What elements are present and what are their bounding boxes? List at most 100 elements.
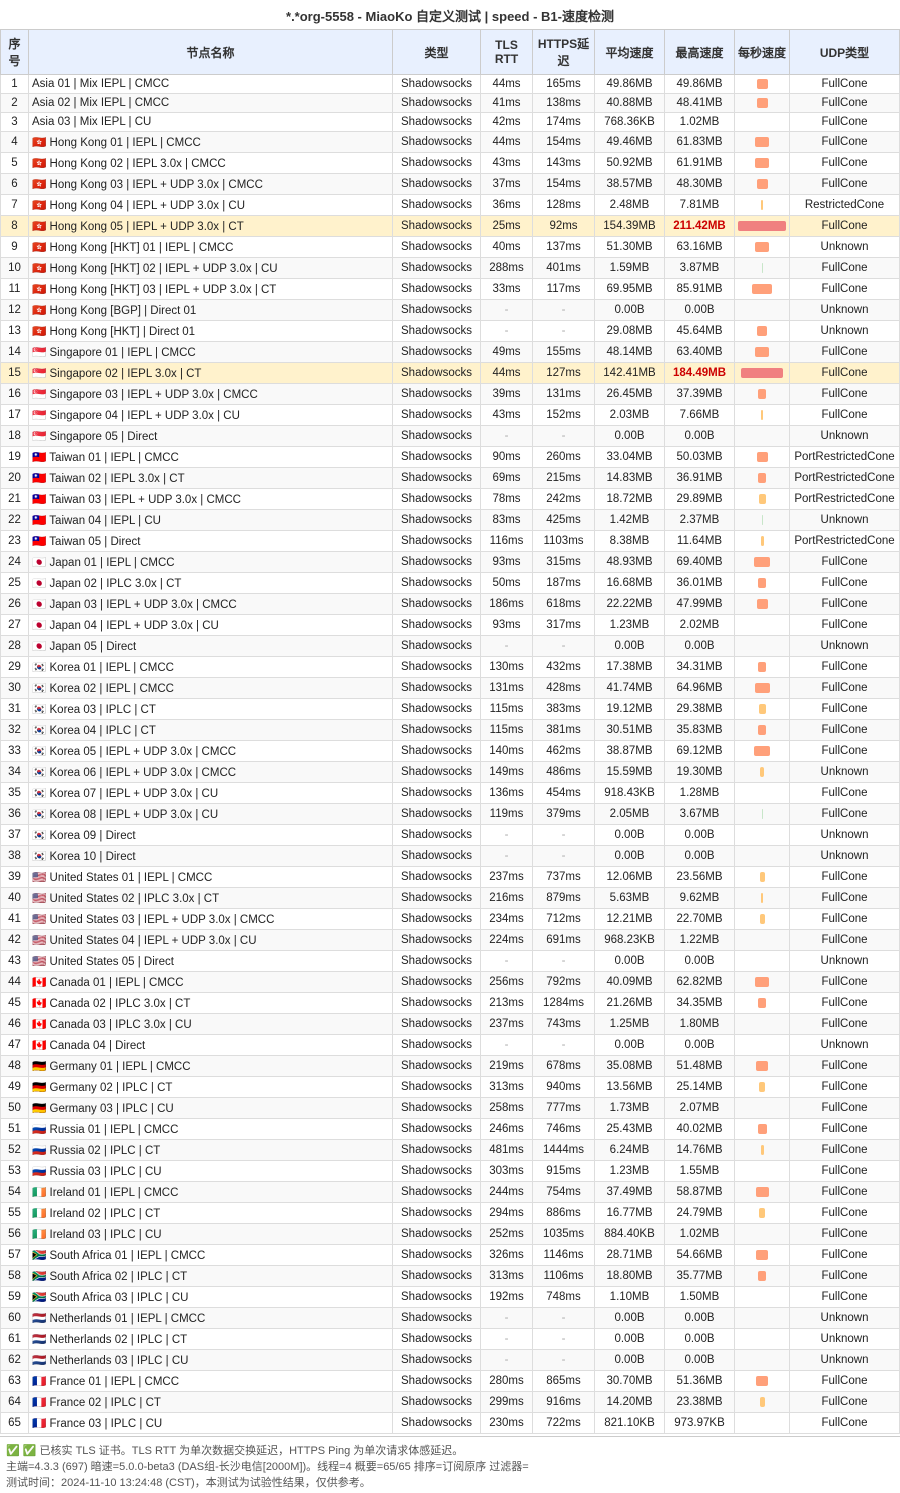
table-row: 40 🇺🇸 United States 02 | IPLC 3.0x | CT … [1, 888, 900, 909]
cell-type: Shadowsocks [393, 1056, 481, 1077]
cell-https: 865ms [533, 1371, 595, 1392]
cell-udp: FullCone [790, 363, 900, 384]
cell-udp: PortRestrictedCone [790, 489, 900, 510]
cell-max: 40.02MB [665, 1119, 735, 1140]
cell-avg: 1.73MB [595, 1098, 665, 1119]
cell-tls: - [481, 825, 533, 846]
cell-num: 62 [1, 1350, 29, 1371]
cell-max: 36.01MB [665, 573, 735, 594]
cell-avg: 142.41MB [595, 363, 665, 384]
cell-name: 🇸🇬 Singapore 01 | IEPL | CMCC [29, 342, 393, 363]
cell-persec [735, 531, 790, 552]
cell-avg: 2.48MB [595, 195, 665, 216]
cell-persec [735, 636, 790, 657]
cell-type: Shadowsocks [393, 741, 481, 762]
cell-persec [735, 825, 790, 846]
cell-num: 6 [1, 174, 29, 195]
cell-https: 143ms [533, 153, 595, 174]
cell-persec [735, 113, 790, 132]
cell-udp: Unknown [790, 825, 900, 846]
cell-type: Shadowsocks [393, 1014, 481, 1035]
cell-type: Shadowsocks [393, 75, 481, 94]
cell-tls: 224ms [481, 930, 533, 951]
cell-num: 56 [1, 1224, 29, 1245]
cell-tls: 115ms [481, 699, 533, 720]
cell-max: 25.14MB [665, 1077, 735, 1098]
cell-https: 260ms [533, 447, 595, 468]
page-title: *.*org-5558 - MiaoKo 自定义测试 | speed - B1-… [0, 0, 900, 29]
cell-max: 19.30MB [665, 762, 735, 783]
cell-tls: 258ms [481, 1098, 533, 1119]
table-row: 32 🇰🇷 Korea 04 | IPLC | CT Shadowsocks 1… [1, 720, 900, 741]
table-row: 47 🇨🇦 Canada 04 | Direct Shadowsocks - -… [1, 1035, 900, 1056]
cell-avg: 30.51MB [595, 720, 665, 741]
cell-udp: FullCone [790, 258, 900, 279]
cell-name: 🇰🇷 Korea 10 | Direct [29, 846, 393, 867]
cell-udp: FullCone [790, 1140, 900, 1161]
cell-avg: 49.46MB [595, 132, 665, 153]
cell-num: 9 [1, 237, 29, 258]
cell-avg: 0.00B [595, 300, 665, 321]
cell-udp: FullCone [790, 1203, 900, 1224]
cell-udp: FullCone [790, 113, 900, 132]
cell-https: 127ms [533, 363, 595, 384]
cell-name: 🇸🇬 Singapore 03 | IEPL + UDP 3.0x | CMCC [29, 384, 393, 405]
cell-avg: 13.56MB [595, 1077, 665, 1098]
cell-num: 11 [1, 279, 29, 300]
table-row: 35 🇰🇷 Korea 07 | IEPL + UDP 3.0x | CU Sh… [1, 783, 900, 804]
col-header-persec: 每秒速度 [735, 30, 790, 75]
table-row: 29 🇰🇷 Korea 01 | IEPL | CMCC Shadowsocks… [1, 657, 900, 678]
cell-avg: 38.87MB [595, 741, 665, 762]
cell-max: 2.07MB [665, 1098, 735, 1119]
table-row: 21 🇹🇼 Taiwan 03 | IEPL + UDP 3.0x | CMCC… [1, 489, 900, 510]
cell-max: 29.89MB [665, 489, 735, 510]
cell-persec [735, 342, 790, 363]
cell-avg: 16.68MB [595, 573, 665, 594]
cell-udp: Unknown [790, 237, 900, 258]
cell-udp: FullCone [790, 615, 900, 636]
table-row: 25 🇯🇵 Japan 02 | IPLC 3.0x | CT Shadowso… [1, 573, 900, 594]
cell-tls: - [481, 1308, 533, 1329]
cell-tls: 303ms [481, 1161, 533, 1182]
cell-max: 0.00B [665, 846, 735, 867]
cell-num: 55 [1, 1203, 29, 1224]
cell-udp: FullCone [790, 1098, 900, 1119]
cell-https: 712ms [533, 909, 595, 930]
cell-max: 69.40MB [665, 552, 735, 573]
cell-persec [735, 321, 790, 342]
cell-tls: - [481, 636, 533, 657]
cell-https: 92ms [533, 216, 595, 237]
cell-type: Shadowsocks [393, 1224, 481, 1245]
table-row: 15 🇸🇬 Singapore 02 | IEPL 3.0x | CT Shad… [1, 363, 900, 384]
cell-udp: FullCone [790, 594, 900, 615]
cell-avg: 0.00B [595, 846, 665, 867]
cell-avg: 35.08MB [595, 1056, 665, 1077]
cell-udp: FullCone [790, 1245, 900, 1266]
table-row: 42 🇺🇸 United States 04 | IEPL + UDP 3.0x… [1, 930, 900, 951]
cell-avg: 40.88MB [595, 94, 665, 113]
cell-tls: 326ms [481, 1245, 533, 1266]
cell-type: Shadowsocks [393, 468, 481, 489]
cell-name: 🇯🇵 Japan 05 | Direct [29, 636, 393, 657]
table-row: 36 🇰🇷 Korea 08 | IEPL + UDP 3.0x | CU Sh… [1, 804, 900, 825]
cell-avg: 1.42MB [595, 510, 665, 531]
cell-https: 137ms [533, 237, 595, 258]
cell-avg: 0.00B [595, 1329, 665, 1350]
cell-https: 916ms [533, 1392, 595, 1413]
cell-max: 35.83MB [665, 720, 735, 741]
cell-max: 63.16MB [665, 237, 735, 258]
cell-avg: 1.59MB [595, 258, 665, 279]
cell-max: 24.79MB [665, 1203, 735, 1224]
cell-https: 379ms [533, 804, 595, 825]
cell-name: 🇭🇰 Hong Kong 04 | IEPL + UDP 3.0x | CU [29, 195, 393, 216]
cell-tls: 219ms [481, 1056, 533, 1077]
cell-name: 🇰🇷 Korea 05 | IEPL + UDP 3.0x | CMCC [29, 741, 393, 762]
cell-tls: 50ms [481, 573, 533, 594]
cell-avg: 50.92MB [595, 153, 665, 174]
cell-type: Shadowsocks [393, 1350, 481, 1371]
cell-type: Shadowsocks [393, 216, 481, 237]
cell-persec [735, 1077, 790, 1098]
cell-type: Shadowsocks [393, 321, 481, 342]
cell-persec [735, 699, 790, 720]
cell-name: 🇭🇰 Hong Kong [HKT] 03 | IEPL + UDP 3.0x … [29, 279, 393, 300]
